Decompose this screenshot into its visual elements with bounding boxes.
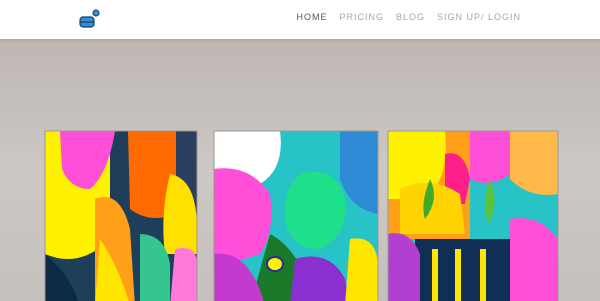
nav-blog-link[interactable]: BLOG bbox=[396, 12, 425, 22]
nav-pricing-link[interactable]: PRICING bbox=[339, 12, 384, 22]
nav-signup-login-link[interactable]: SIGN UP/ LOGIN bbox=[437, 12, 521, 22]
site-header: HOME PRICING BLOG SIGN UP/ LOGIN bbox=[0, 0, 600, 39]
triptych-wall-art bbox=[0, 39, 600, 301]
hero-image bbox=[0, 39, 600, 301]
main-nav: HOME PRICING BLOG SIGN UP/ LOGIN bbox=[296, 12, 521, 22]
nav-home-link[interactable]: HOME bbox=[296, 12, 327, 22]
canvas-middle bbox=[214, 131, 378, 301]
canvas-left bbox=[45, 131, 197, 301]
app-logo-icon[interactable] bbox=[78, 9, 100, 29]
canvas-right bbox=[388, 131, 558, 301]
